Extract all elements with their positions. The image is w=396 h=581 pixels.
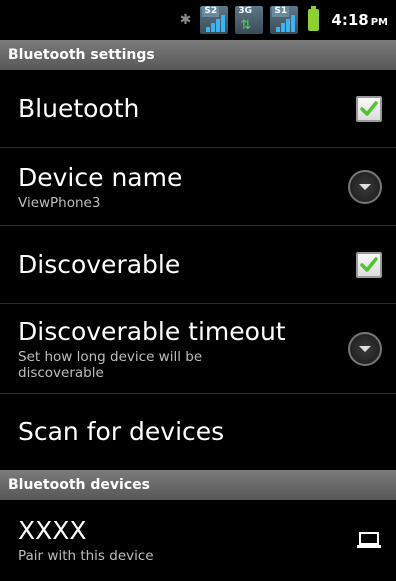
discoverable-timeout-dropdown-icon[interactable] (348, 331, 382, 366)
device-item-summary: Pair with this device (18, 548, 154, 564)
status-clock: 4:18 PM (331, 11, 388, 29)
device-name-row[interactable]: Device name ViewPhone3 (0, 148, 396, 226)
clock-time: 4:18 (331, 11, 369, 29)
discoverable-toggle-row[interactable]: Discoverable (0, 226, 396, 304)
battery-icon (308, 6, 320, 31)
bluetooth-checkbox[interactable] (356, 95, 382, 122)
discoverable-timeout-title: Discoverable timeout (18, 316, 286, 346)
checkmark-icon (360, 100, 378, 116)
device-item-name: XXXX (18, 516, 87, 545)
bluetooth-settings-header: Bluetooth settings (0, 40, 396, 70)
bluetooth-status-icon: ✱ (179, 12, 192, 28)
sim2-signal-icon: S1 (270, 6, 299, 34)
device-name-title: Device name (18, 162, 183, 192)
bluetooth-devices-header: Bluetooth devices (0, 470, 396, 500)
discoverable-timeout-row[interactable]: Discoverable timeout Set how long device… (0, 304, 396, 394)
bluetooth-title: Bluetooth (18, 93, 140, 123)
scan-title: Scan for devices (18, 417, 225, 446)
list-item[interactable]: XXXX Pair with this device (0, 500, 396, 580)
sim1-signal-icon: S2 (200, 6, 229, 34)
data-network-icon: 3G ⇅ (235, 6, 264, 34)
chevron-down-icon (359, 345, 371, 352)
discoverable-title: Discoverable (18, 249, 181, 279)
device-name-dropdown-icon[interactable] (348, 169, 382, 204)
checkmark-icon (360, 256, 378, 272)
discoverable-checkbox[interactable] (356, 251, 382, 278)
chevron-down-icon (359, 183, 371, 190)
bluetooth-toggle-row[interactable]: Bluetooth (0, 70, 396, 148)
clock-ampm: PM (370, 17, 388, 28)
device-name-value: ViewPhone3 (18, 194, 101, 211)
discoverable-timeout-summary: Set how long device will be discoverable (18, 348, 203, 381)
status-bar: ✱ S2 3G ⇅ S1 4:18 PM (0, 0, 396, 40)
network-label: 3G (238, 6, 253, 16)
scan-for-devices-row[interactable]: Scan for devices (0, 394, 396, 470)
laptop-icon (356, 530, 382, 550)
